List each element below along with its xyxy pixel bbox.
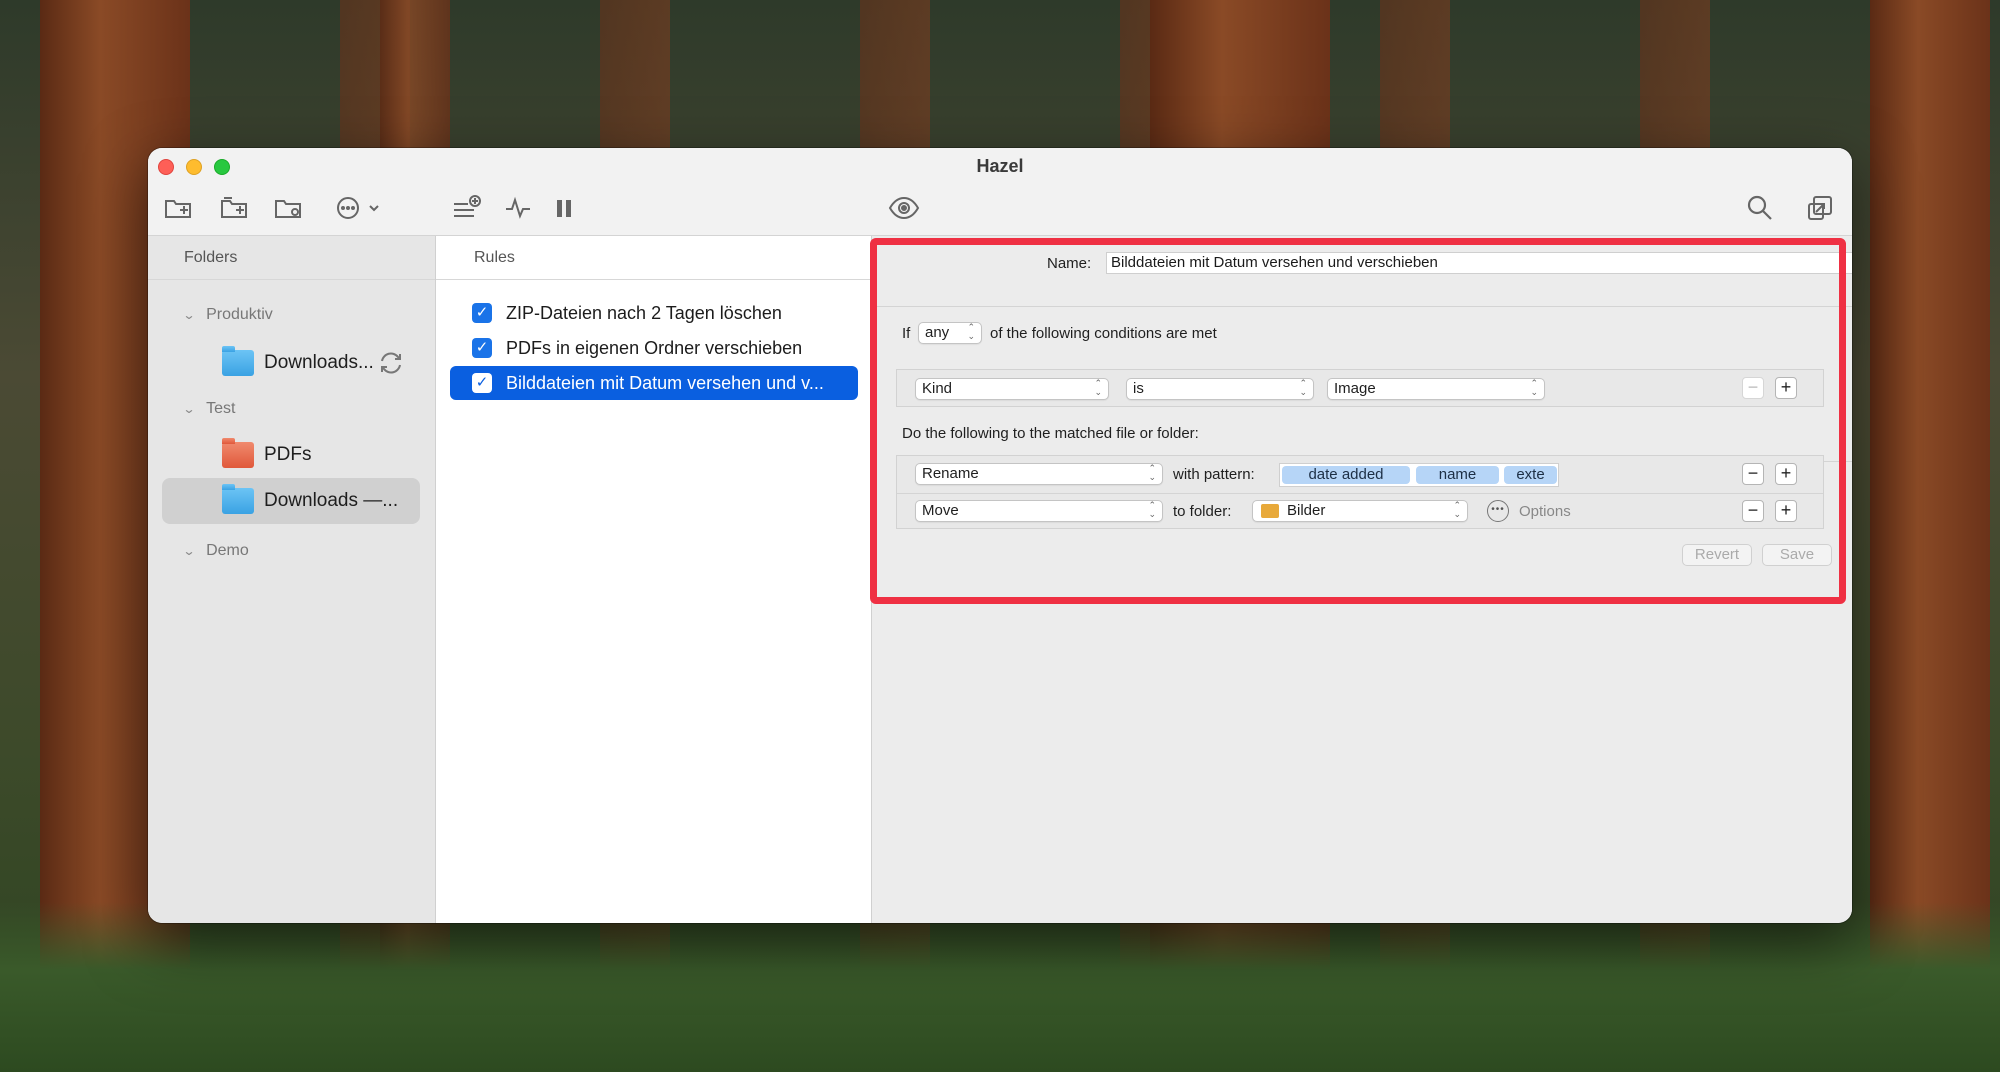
window-title: Hazel [976, 156, 1024, 176]
rule-item[interactable]: ✓ ZIP-Dateien nach 2 Tagen löschen [450, 296, 858, 330]
action-value: Move [922, 502, 959, 519]
token-extension[interactable]: exte [1504, 466, 1557, 484]
activity-icon[interactable] [502, 192, 534, 224]
folder-label: Downloads... [264, 352, 374, 373]
checkbox[interactable]: ✓ [472, 303, 492, 323]
match-mode-select[interactable]: any [918, 322, 982, 344]
folder-label: Downloads —... [264, 490, 399, 511]
match-mode-value: any [925, 324, 950, 341]
action-select-rename[interactable]: Rename [915, 463, 1163, 485]
group-produktiv[interactable]: ⌄ Produktiv [182, 306, 273, 324]
add-action-button[interactable]: + [1775, 500, 1797, 522]
target-folder-value: Bilder [1287, 502, 1326, 519]
add-action-button[interactable]: + [1775, 463, 1797, 485]
token-name[interactable]: name [1416, 466, 1499, 484]
condition-operator-value: is [1133, 380, 1144, 397]
folder-icon [222, 484, 254, 514]
separator [872, 306, 1852, 307]
folder-item-downloads[interactable]: Downloads... [162, 340, 420, 386]
add-folder-icon[interactable] [162, 192, 194, 224]
pattern-label: with pattern: [1173, 466, 1255, 483]
rule-item[interactable]: ✓ PDFs in eigenen Ordner verschieben [450, 331, 858, 365]
rules-pane: Rules ✓ ZIP-Dateien nach 2 Tagen löschen… [436, 236, 872, 923]
rule-item-selected[interactable]: ✓ Bilddateien mit Datum versehen und v..… [450, 366, 858, 400]
rule-label: PDFs in eigenen Ordner verschieben [506, 337, 803, 358]
options-link[interactable]: Options [1519, 503, 1571, 520]
remove-action-button[interactable]: − [1742, 500, 1764, 522]
folder-label: PDFs [264, 444, 312, 465]
pdf-folder-icon [222, 438, 254, 468]
folders-header: Folders [148, 236, 435, 280]
actions-label: Do the following to the matched file or … [902, 425, 1199, 442]
revert-button[interactable]: Revert [1682, 544, 1752, 566]
remove-condition-button[interactable]: − [1742, 377, 1764, 399]
folders-pane: Folders ⌄ Produktiv Downloads... ⌄ Test … [148, 236, 436, 923]
add-rule-icon[interactable] [450, 192, 482, 224]
preview-eye-icon[interactable] [888, 192, 920, 224]
background-ground [0, 902, 2000, 1072]
folder-icon [222, 346, 254, 376]
action-value: Rename [922, 465, 979, 482]
chevron-down-icon[interactable]: ⌄ [182, 544, 195, 558]
condition-value-value: Image [1334, 380, 1376, 397]
to-folder-label: to folder: [1173, 503, 1232, 520]
share-window-icon[interactable] [1804, 192, 1836, 224]
folder-settings-icon[interactable] [272, 192, 304, 224]
titlebar: Hazel [148, 148, 1852, 236]
condition-attribute-select[interactable]: Kind [915, 378, 1109, 400]
conditions-label: of the following conditions are met [990, 325, 1217, 342]
token-date-added[interactable]: date added [1282, 466, 1410, 484]
rules-header: Rules [436, 236, 871, 280]
condition-operator-select[interactable]: is [1126, 378, 1314, 400]
options-icon[interactable]: ••• [1487, 500, 1509, 522]
chevron-down-icon[interactable]: ⌄ [182, 308, 195, 322]
rule-editor: If any of the following conditions are m… [872, 236, 1852, 636]
group-demo[interactable]: ⌄ Demo [182, 542, 249, 560]
condition-row: Kind is Image − + [896, 369, 1824, 407]
target-folder-select[interactable]: Bilder [1252, 500, 1468, 522]
pictures-folder-icon [1261, 504, 1279, 518]
more-actions-icon[interactable] [334, 192, 386, 224]
save-button[interactable]: Save [1762, 544, 1832, 566]
add-condition-button[interactable]: + [1775, 377, 1797, 399]
actions-box: Rename with pattern: date added name ext… [896, 455, 1824, 529]
rule-label: Bilddateien mit Datum versehen und v... [506, 372, 824, 393]
group-label: Test [206, 400, 236, 417]
checkbox[interactable]: ✓ [472, 338, 492, 358]
hazel-window: Hazel Folders ⌄ Produktiv Downloads... ⌄… [148, 148, 1852, 923]
condition-attribute-value: Kind [922, 380, 953, 397]
pause-icon[interactable] [548, 192, 580, 224]
search-icon[interactable] [1744, 192, 1776, 224]
rule-label: ZIP-Dateien nach 2 Tagen löschen [506, 302, 782, 323]
condition-value-select[interactable]: Image [1327, 378, 1545, 400]
folder-item-downloads-test[interactable]: Downloads —... [162, 478, 420, 524]
sync-icon [378, 350, 404, 376]
if-label: If [902, 325, 911, 342]
chevron-down-icon[interactable]: ⌄ [182, 402, 195, 416]
remove-action-button[interactable]: − [1742, 463, 1764, 485]
action-select-move[interactable]: Move [915, 500, 1163, 522]
folder-item-pdfs[interactable]: PDFs [162, 432, 420, 478]
group-test[interactable]: ⌄ Test [182, 400, 236, 418]
separator [897, 493, 1823, 494]
group-label: Produktiv [206, 306, 273, 323]
group-label: Demo [206, 542, 249, 559]
checkbox[interactable]: ✓ [472, 373, 492, 393]
add-folder-group-icon[interactable] [218, 192, 250, 224]
